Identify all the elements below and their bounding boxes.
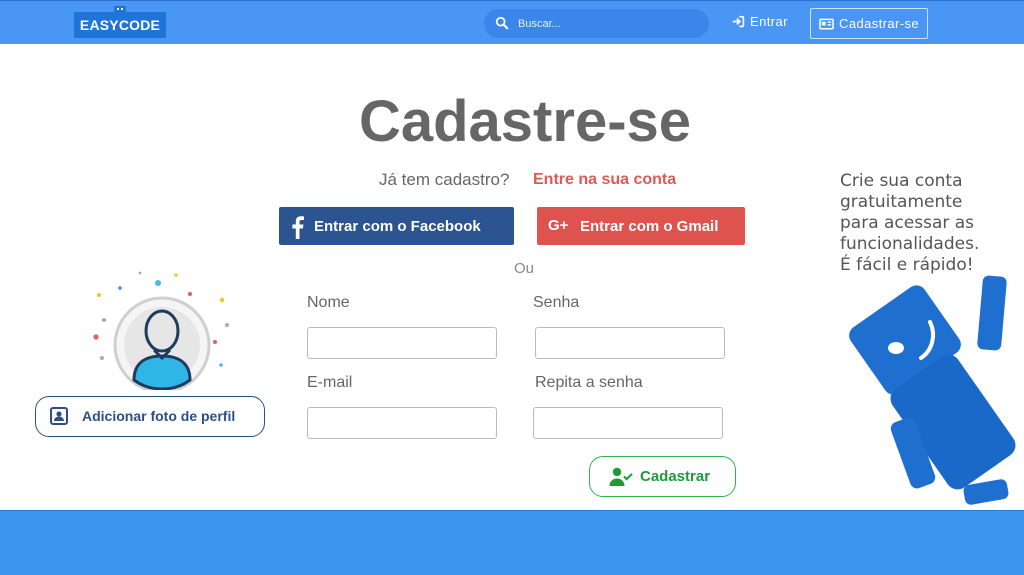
password-field[interactable] (535, 327, 725, 359)
name-field[interactable] (307, 327, 497, 359)
promo-line: funcionalidades. (840, 234, 980, 254)
login-link[interactable]: Entre na sua conta (533, 171, 676, 189)
id-card-icon (819, 18, 834, 29)
name-label: Nome (307, 294, 350, 311)
add-profile-photo-button[interactable]: Adicionar foto de perfil (35, 396, 265, 437)
promo-line: para acessar as (840, 213, 975, 233)
gmail-login-button[interactable]: G+ Entrar com o Gmail (537, 207, 745, 245)
or-separator: Ou (514, 260, 535, 277)
robot-mascot-image (849, 275, 1016, 505)
facebook-icon (292, 216, 304, 239)
google-plus-icon: G+ (548, 217, 569, 234)
signup-nav-label: Cadastrar-se (839, 16, 919, 31)
repeat-password-label: Repita a senha (535, 374, 643, 391)
logo-text: EASYCODE (79, 17, 161, 33)
facebook-button-label: Entrar com o Facebook (314, 218, 481, 235)
default-avatar-image (93, 271, 229, 390)
email-label: E-mail (307, 374, 353, 391)
top-navbar: EASYCODE Entrar Cadastrar-se (0, 0, 1024, 44)
login-nav-link[interactable]: Entrar (732, 14, 788, 29)
user-check-icon (609, 467, 633, 486)
register-button[interactable]: Cadastrar (589, 456, 736, 497)
sign-in-icon (732, 15, 745, 28)
register-button-label: Cadastrar (640, 468, 711, 485)
login-nav-label: Entrar (750, 14, 788, 29)
add-profile-photo-label: Adicionar foto de perfil (82, 408, 236, 424)
password-label: Senha (533, 294, 580, 311)
signup-nav-button[interactable]: Cadastrar-se (810, 8, 928, 39)
search-input[interactable] (518, 14, 698, 33)
portrait-icon (50, 407, 68, 425)
have-account-text: Já tem cadastro? (379, 170, 510, 189)
repeat-password-field[interactable] (533, 407, 723, 439)
search-icon (495, 16, 509, 30)
easycode-logo[interactable]: EASYCODE (74, 6, 166, 38)
search-bar[interactable] (484, 9, 709, 38)
gmail-button-label: Entrar com o Gmail (580, 218, 719, 235)
page-footer (0, 510, 1024, 575)
email-field[interactable] (307, 407, 497, 439)
promo-line: Crie sua conta (840, 171, 963, 191)
promo-line: gratuitamente (840, 192, 963, 212)
page-title: Cadastre-se (358, 89, 692, 154)
promo-text: Crie sua conta gratuitamente para acessa… (840, 171, 1024, 276)
facebook-login-button[interactable]: Entrar com o Facebook (279, 207, 514, 245)
logo-robot-icon (114, 6, 126, 14)
